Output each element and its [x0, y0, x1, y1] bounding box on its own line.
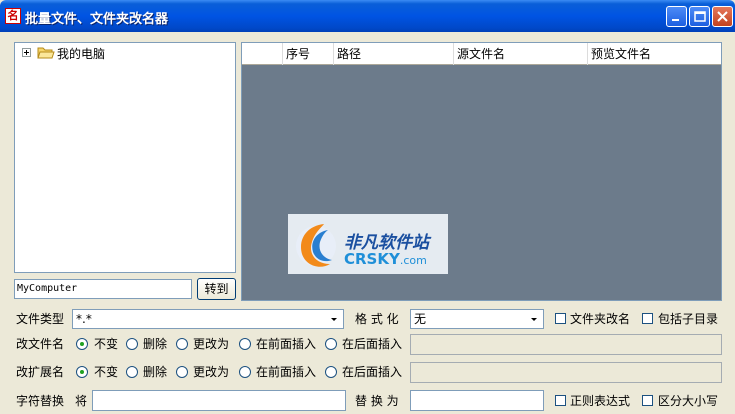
ext-text-input[interactable] [410, 362, 722, 383]
expand-icon[interactable] [22, 48, 31, 57]
file-type-value: *.* [76, 312, 92, 326]
rename-folder-checkbox[interactable] [555, 313, 566, 324]
replace-from-input[interactable] [92, 390, 346, 411]
column-header-preview-name[interactable]: 预览文件名 [587, 43, 721, 65]
watermark-en-text: CRSKY.com [344, 250, 427, 268]
filename-option-insert-before: 在前面插入 [256, 337, 317, 351]
rename-ext-label: 改扩展名 [16, 365, 65, 379]
minimize-icon [672, 19, 679, 21]
ext-option-delete: 删除 [143, 365, 168, 379]
file-type-select[interactable]: *.* [72, 309, 344, 329]
regex-checkbox[interactable] [555, 395, 566, 406]
crsky-logo-icon [296, 224, 336, 267]
include-subdirs-checkbox[interactable] [642, 313, 653, 324]
ext-option-insert-before: 在前面插入 [256, 365, 317, 379]
format-label: 格 式 化 [355, 312, 399, 326]
filename-radio-delete[interactable] [126, 338, 138, 350]
format-value: 无 [414, 312, 427, 326]
ext-option-unchanged: 不变 [94, 365, 119, 379]
file-type-label: 文件类型 [16, 312, 65, 326]
column-header-index[interactable]: 序号 [282, 43, 333, 65]
maximize-icon [694, 11, 706, 22]
chevron-down-icon [331, 318, 337, 321]
file-grid[interactable]: 序号 路径 源文件名 预览文件名 非凡软件站 CRSKY.com [241, 42, 722, 301]
ext-radio-insert-after[interactable] [325, 366, 337, 378]
filename-option-change: 更改为 [193, 337, 230, 351]
maximize-button[interactable] [689, 6, 710, 27]
ext-radio-delete[interactable] [126, 366, 138, 378]
minimize-button[interactable] [666, 6, 687, 27]
include-subdirs-label: 包括子目录 [658, 312, 719, 326]
folder-tree[interactable]: 我的电脑 [14, 42, 236, 273]
app-icon: 名 [5, 8, 21, 24]
replace-to-input[interactable] [410, 390, 544, 411]
main-window: 名 批量文件、文件夹改名器 我的电脑 MyComputer 转到 序号 路径 源… [0, 0, 735, 414]
regex-label: 正则表达式 [570, 394, 631, 408]
folder-icon [37, 47, 55, 59]
filename-option-insert-after: 在后面插入 [342, 337, 403, 351]
filename-radio-insert-before[interactable] [239, 338, 251, 350]
ext-radio-unchanged[interactable] [76, 366, 88, 378]
filename-radio-insert-after[interactable] [325, 338, 337, 350]
column-header-source-name[interactable]: 源文件名 [453, 43, 587, 65]
close-button[interactable] [712, 6, 733, 27]
path-input[interactable]: MyComputer [14, 279, 192, 299]
chevron-down-icon [531, 318, 537, 321]
filename-text-input[interactable] [410, 334, 722, 355]
window-title: 批量文件、文件夹改名器 [25, 12, 169, 27]
filename-radio-change[interactable] [176, 338, 188, 350]
replace-from-label: 将 [75, 394, 88, 408]
grid-header: 序号 路径 源文件名 预览文件名 [242, 43, 721, 65]
goto-button[interactable]: 转到 [197, 278, 236, 300]
replace-to-label: 替 换 为 [355, 394, 399, 408]
title-bar[interactable]: 名 批量文件、文件夹改名器 [0, 0, 735, 32]
watermark-logo: 非凡软件站 CRSKY.com [288, 214, 448, 274]
case-sensitive-checkbox[interactable] [642, 395, 653, 406]
tree-node-my-computer[interactable]: 我的电脑 [57, 45, 105, 62]
filename-radio-unchanged[interactable] [76, 338, 88, 350]
rename-folder-label: 文件夹改名 [570, 312, 631, 326]
format-select[interactable]: 无 [410, 309, 544, 329]
filename-option-unchanged: 不变 [94, 337, 119, 351]
column-header-select[interactable] [242, 43, 282, 65]
case-sensitive-label: 区分大小写 [658, 394, 719, 408]
column-header-path[interactable]: 路径 [333, 43, 453, 65]
ext-option-change: 更改为 [193, 365, 230, 379]
close-icon [717, 11, 728, 22]
filename-option-delete: 删除 [143, 337, 168, 351]
ext-radio-change[interactable] [176, 366, 188, 378]
ext-radio-insert-before[interactable] [239, 366, 251, 378]
rename-filename-label: 改文件名 [16, 337, 65, 351]
ext-option-insert-after: 在后面插入 [342, 365, 403, 379]
replace-label: 字符替换 [16, 394, 65, 408]
